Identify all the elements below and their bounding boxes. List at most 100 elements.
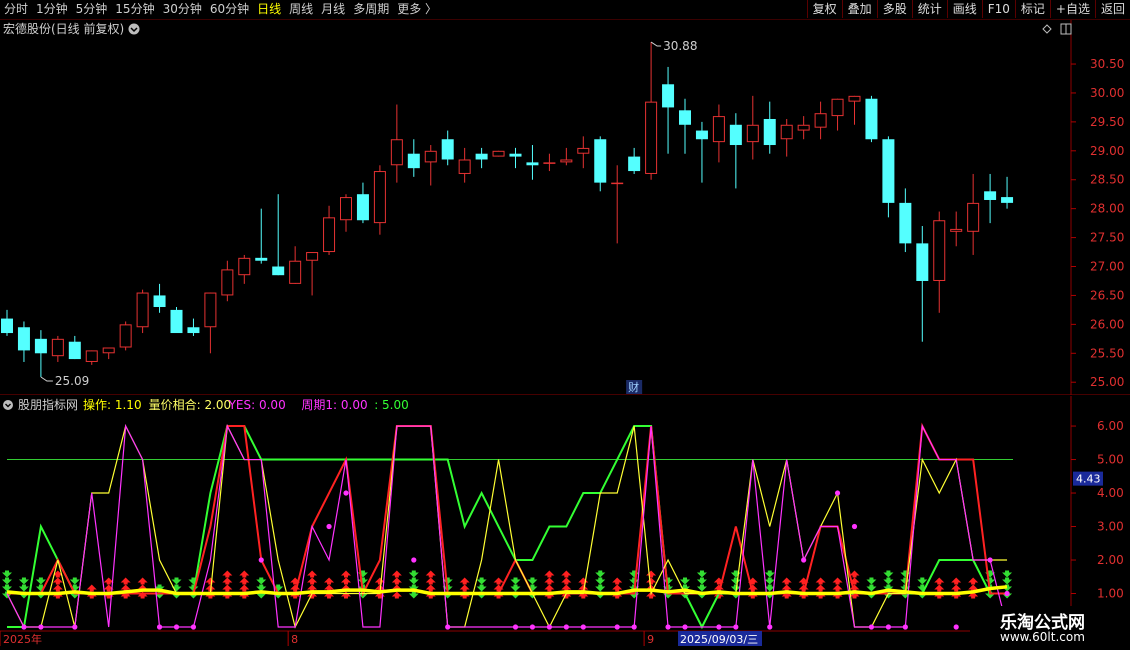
indicator-marker-dot [512, 624, 519, 630]
price-chart-panel[interactable]: 宏德股份(日线 前复权) 30.50 30.00 29.50 29.00 28.50 28… [0, 20, 1130, 395]
candle-body [984, 191, 997, 200]
price-tick-label: 27.50 [1090, 231, 1124, 245]
candle-body [865, 98, 878, 140]
legend-item: : 5.00 [374, 398, 409, 412]
tool-button[interactable]: 复权 [806, 0, 842, 18]
candle-body [780, 124, 793, 140]
price-tick-label: 25.00 [1090, 375, 1124, 389]
candle-body [899, 202, 912, 244]
indicator-collapse-icon[interactable] [3, 400, 13, 410]
legend-item: 量价相合: 2.00 [149, 397, 232, 412]
indicator-marker-dot [326, 523, 332, 530]
indicator-marker-dot [665, 624, 671, 630]
price-chart-bg [0, 20, 1130, 395]
candle-body [221, 269, 234, 296]
candle-body [611, 182, 624, 185]
candle-body [645, 101, 658, 174]
candle-body [763, 118, 776, 146]
indicator-tick-label: 6.00 [1097, 419, 1124, 433]
price-tick-label: 30.50 [1090, 57, 1124, 71]
legend-item: 操作: 1.10 [83, 397, 142, 412]
candle-body [712, 116, 725, 143]
watermark: 乐淘公式网 www.60lt.com [970, 606, 1130, 650]
period-tab[interactable]: 月线 [317, 0, 349, 19]
candle-body [679, 110, 691, 125]
tool-button[interactable]: 标记 [1014, 0, 1050, 18]
legend-item: 周期1: 0.00 [301, 398, 367, 412]
tool-button[interactable]: 多股 [876, 0, 912, 18]
indicator-marker-dot [885, 624, 892, 630]
candle-body [34, 338, 47, 354]
candle-body [1, 318, 13, 334]
tool-button[interactable]: 叠加 [841, 0, 877, 18]
candle-body [933, 220, 946, 281]
indicator-tick-label: 2.00 [1097, 553, 1124, 567]
period-tab[interactable]: 多周期 [349, 0, 393, 19]
candle-body [543, 162, 556, 164]
indicator-marker-dot [902, 624, 908, 630]
candle-body [119, 324, 132, 348]
indicator-tick-label: 4.00 [1097, 486, 1124, 500]
watermark-url: www.60lt.com [1000, 630, 1085, 644]
candle-body [424, 150, 437, 163]
period-tab[interactable]: 更多 〉 [393, 0, 441, 19]
price-tick-label: 29.50 [1090, 115, 1124, 129]
period-tab[interactable]: 周线 [285, 0, 317, 19]
high-label: 30.88 [663, 39, 697, 53]
candle-body [153, 295, 166, 308]
candle-body [526, 162, 539, 166]
price-tick-label: 26.00 [1090, 317, 1124, 331]
period-tab[interactable]: 分时 [0, 0, 32, 19]
period-tabs: 分时 1分钟 5分钟 15分钟 30分钟 60分钟 日线 周线 月线 多周期 更多 〉 [0, 0, 441, 19]
chevron-down-circle-icon[interactable] [128, 23, 140, 35]
candle-body [272, 266, 285, 276]
candle-body [204, 292, 217, 328]
date-label: 2025年 [3, 632, 42, 646]
indicator-title: 股朋指标网 [18, 397, 78, 412]
candle-body [238, 257, 251, 276]
candle [119, 321, 132, 351]
toolbar: 分时 1分钟 5分钟 15分钟 30分钟 60分钟 日线 周线 月线 多周期 更多 〉 复权 叠加 多股… [0, 0, 1130, 20]
candle-body [814, 113, 827, 128]
tool-button[interactable]: 统计 [911, 0, 947, 18]
candle-body [797, 124, 810, 131]
period-tab[interactable]: 1分钟 [32, 0, 72, 19]
period-tab[interactable]: 15分钟 [111, 0, 158, 19]
indicator-marker-dot [411, 557, 417, 563]
candle-body [441, 139, 454, 160]
period-tab[interactable]: 60分钟 [206, 0, 253, 19]
candle-body [340, 197, 352, 221]
date-label: 8 [291, 633, 298, 646]
indicator-marker-dot [631, 624, 637, 630]
price-tick-label: 25.50 [1090, 346, 1124, 360]
candle-body [136, 292, 149, 328]
tool-button[interactable]: F10 [981, 0, 1015, 18]
event-badge: 财 [628, 380, 639, 394]
candle-body [967, 202, 980, 232]
indicator-tick-label: 1.00 [1097, 587, 1124, 601]
indicator-marker-dot [580, 624, 586, 630]
tool-button[interactable]: 画线 [946, 0, 982, 18]
indicator-marker-dot [851, 523, 858, 530]
indicator-marker-dot [72, 624, 78, 630]
date-label: 9 [647, 633, 654, 646]
period-tab[interactable]: 30分钟 [159, 0, 206, 19]
tool-button[interactable]: 返回 [1094, 0, 1130, 18]
period-tab[interactable]: 5分钟 [72, 0, 112, 19]
indicator-panel[interactable]: 股朋指标网 操作: 1.10 量价相合: 2.00YES: 0.00 周期1: 0.… [0, 396, 1130, 630]
candle-body [916, 243, 929, 281]
indicator-marker-dot [529, 624, 536, 630]
candle-body [68, 341, 81, 360]
period-tab[interactable]: 日线 [253, 0, 285, 19]
candle-body [594, 139, 607, 183]
candle-body [560, 159, 573, 163]
tool-button[interactable]: +自选 [1049, 0, 1095, 18]
date-label: 2025/09/03/三 [680, 633, 758, 646]
indicator-tick-label: 3.00 [1097, 520, 1124, 534]
candle-body [306, 252, 319, 261]
candle-body [729, 124, 742, 146]
indicator-marker-dot [716, 624, 722, 630]
indicator-marker-dot [834, 490, 841, 496]
candle [492, 150, 505, 157]
candle-body [831, 98, 844, 117]
